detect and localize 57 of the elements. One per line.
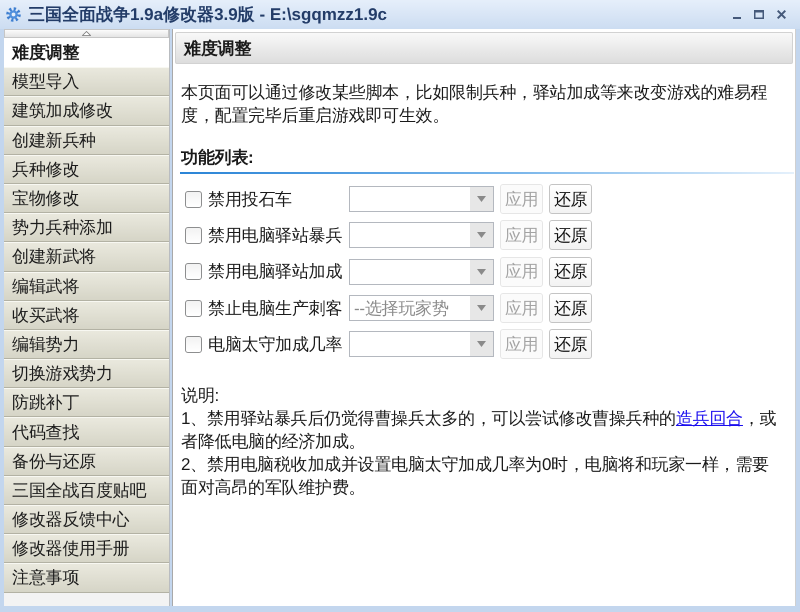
sidebar-item[interactable]: 宝物修改 xyxy=(4,184,169,214)
sidebar-item[interactable]: 修改器反馈中心 xyxy=(4,505,169,534)
minimize-icon xyxy=(733,17,741,19)
feature-label: 禁止电脑生产刺客 xyxy=(208,298,343,320)
sidebar-item[interactable]: 备份与还原 xyxy=(4,446,169,476)
maximize-icon xyxy=(754,10,764,19)
section-title: 功能列表: xyxy=(181,147,254,169)
sidebar-item[interactable]: 修改器使用手册 xyxy=(4,534,169,564)
caret-icon xyxy=(470,260,493,284)
sidebar-item[interactable]: 建筑加成修改 xyxy=(4,96,169,126)
restore-button[interactable]: 还原 xyxy=(549,329,592,360)
feature-label: 禁用投石车 xyxy=(208,188,293,211)
dropdown-field[interactable] xyxy=(349,186,494,212)
dropdown-field[interactable] xyxy=(349,331,494,358)
caret-icon xyxy=(470,187,493,212)
checkbox[interactable] xyxy=(185,263,202,280)
checkbox[interactable] xyxy=(185,226,202,244)
dropdown-field[interactable] xyxy=(349,258,494,285)
notes-title: 说明: xyxy=(181,385,220,408)
caret-icon xyxy=(470,332,493,356)
link[interactable]: 造兵回合 xyxy=(676,409,743,428)
up-triangle-icon xyxy=(82,31,91,36)
checkbox[interactable] xyxy=(185,336,202,353)
sidebar-item[interactable]: 兵种修改 xyxy=(4,154,169,184)
caret-icon xyxy=(470,296,493,320)
sidebar-item[interactable]: 防跳补丁 xyxy=(4,388,169,418)
restore-button[interactable]: 还原 xyxy=(549,184,592,214)
sidebar-item[interactable]: 难度调整 xyxy=(4,38,169,68)
gear-icon xyxy=(6,7,21,22)
sidebar-item[interactable]: 模型导入 xyxy=(4,67,169,96)
restore-button[interactable]: 还原 xyxy=(549,220,592,250)
caret-icon xyxy=(470,223,493,248)
panel-header: 难度调整 xyxy=(175,32,793,64)
feature-label: 禁用电脑驿站暴兵 xyxy=(208,224,343,247)
sidebar-item[interactable]: 收买武将 xyxy=(4,300,169,330)
sidebar-item[interactable]: 创建新兵种 xyxy=(4,126,169,155)
sidebar-item[interactable]: 编辑武将 xyxy=(4,272,169,301)
sidebar-item[interactable]: 编辑势力 xyxy=(4,330,169,360)
window-title: 三国全面战争1.9a修改器3.9版 - E:\sgqmzz1.9c xyxy=(28,4,387,26)
sidebar-item[interactable]: 三国全战百度贴吧 xyxy=(4,476,169,505)
sidebar-item[interactable]: 代码查找 xyxy=(4,417,169,447)
checkbox[interactable] xyxy=(185,190,202,208)
close-icon xyxy=(776,10,786,19)
sidebar-item[interactable]: 势力兵种添加 xyxy=(4,213,169,242)
scroll-up-button[interactable] xyxy=(4,29,169,38)
sidebar-item[interactable]: 注意事项 xyxy=(4,563,169,593)
sidebar-item[interactable]: 创建新武将 xyxy=(4,242,169,272)
note-text: 2、禁用电脑税收加成并设置电脑太守加成几率为0时，电脑将和玩家一样，需要面对高昂的军队维护费。 xyxy=(181,454,770,500)
feature-label: 禁用电脑驿站加成 xyxy=(208,261,343,284)
feature-label: 电脑太守加成几率 xyxy=(208,334,343,356)
dropdown-field[interactable] xyxy=(349,222,494,248)
intro-text: 本页面可以通过修改某些脚本，比如限制兵种，驿站加成等来改变游戏的难易程度，配置完毕后重启游戏即可生效。 xyxy=(181,82,768,127)
note-text: 1、禁用驿站暴兵后仍觉得曹操兵太多的，可以尝试修改曹操兵种的造兵回合，或者降低电脑的经济加成。 xyxy=(181,408,778,454)
sidebar-item[interactable]: 切换游戏势力 xyxy=(4,359,169,388)
checkbox[interactable] xyxy=(185,300,202,317)
restore-button[interactable]: 还原 xyxy=(549,293,592,324)
restore-button[interactable]: 还原 xyxy=(549,256,592,287)
